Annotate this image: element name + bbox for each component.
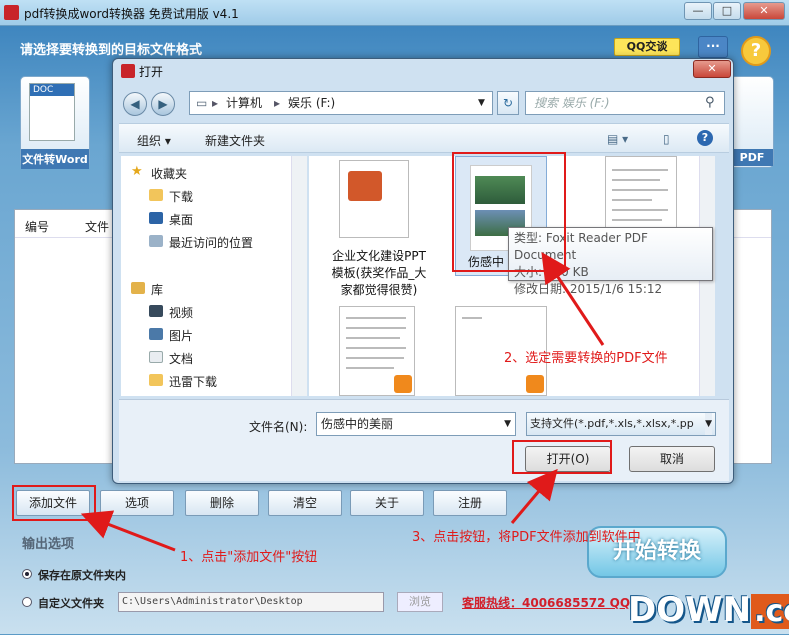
library-icon: [131, 282, 145, 294]
desktop-icon: [149, 212, 163, 224]
annotation-step1: 1、点击"添加文件"按钮: [180, 550, 318, 565]
highlight-add-file: [12, 485, 96, 521]
format-card-pdf[interactable]: PDF: [730, 76, 774, 168]
nav-item-recent[interactable]: 最近访问的位置: [169, 234, 253, 251]
breadcrumb-computer[interactable]: 计算机: [226, 92, 262, 114]
breadcrumb-drive[interactable]: 娱乐 (F:): [288, 92, 335, 114]
column-number[interactable]: 编号: [25, 218, 49, 235]
nav-item-documents[interactable]: 文档: [169, 350, 193, 367]
breadcrumb-separator[interactable]: ▸: [274, 92, 280, 114]
folder-icon: [149, 374, 163, 386]
annotation-step2: 2、选定需要转换的PDF文件: [504, 351, 668, 366]
nav-scrollbar[interactable]: [291, 156, 307, 396]
help-icon[interactable]: ?: [697, 130, 713, 146]
dialog-app-icon: [121, 64, 135, 78]
format-card-label: PDF: [731, 149, 773, 166]
dialog-bottom-bar: 文件名(N): 伤感中的美丽 ▼ 支持文件(*.pdf,*.xls,*.xlsx…: [119, 399, 729, 481]
chevron-down-icon[interactable]: ▼: [478, 92, 485, 114]
options-button[interactable]: 选项: [100, 490, 174, 516]
register-button[interactable]: 注册: [433, 490, 507, 516]
watermark-logo: DOWN.cc: [628, 587, 789, 634]
header-prompt: 请选择要转换到的目标文件格式: [20, 43, 203, 58]
chevron-down-icon: ▼: [705, 413, 712, 435]
filename-label: 文件名(N):: [249, 420, 308, 434]
forward-button[interactable]: ▶: [151, 92, 175, 116]
app-title-bar: pdf转换成word转换器 免费试用版 v4.1 — □ ✕: [0, 0, 789, 26]
organize-menu[interactable]: 组织 ▾: [137, 132, 171, 149]
highlight-open-button: [512, 440, 612, 474]
dialog-close-button[interactable]: ✕: [693, 60, 731, 78]
output-path-field[interactable]: C:\Users\Administrator\Desktop: [118, 592, 384, 612]
nav-item-desktop[interactable]: 桌面: [169, 211, 193, 228]
menu-button[interactable]: ···: [698, 36, 728, 58]
refresh-button[interactable]: ↻: [497, 91, 519, 115]
filename-input[interactable]: 伤感中的美丽 ▼: [316, 412, 516, 436]
browse-button[interactable]: 浏览: [397, 592, 443, 612]
breadcrumb-separator[interactable]: ▸: [212, 92, 218, 114]
search-icon[interactable]: ⚲: [705, 95, 715, 110]
open-file-dialog: 打开 ✕ ◀ ▶ ▭ ▸ 计算机 ▸ 娱乐 (F:) ▼ ↻ 搜索 娱乐 (F:…: [112, 58, 734, 484]
search-input[interactable]: 搜索 娱乐 (F:): [525, 91, 725, 115]
output-options-label: 输出选项: [22, 537, 75, 552]
help-icon[interactable]: ?: [741, 36, 771, 66]
recent-places-icon: [149, 235, 163, 247]
delete-button[interactable]: 删除: [185, 490, 259, 516]
highlight-selected-file: [452, 152, 566, 272]
new-folder-button[interactable]: 新建文件夹: [205, 132, 265, 149]
star-icon: ★: [131, 164, 143, 179]
keep-folder-label[interactable]: 保存在原文件夹内: [38, 567, 126, 583]
clear-button[interactable]: 清空: [268, 490, 342, 516]
minimize-button[interactable]: —: [684, 2, 712, 20]
address-bar[interactable]: ▭ ▸ 计算机 ▸ 娱乐 (F:) ▼: [189, 91, 493, 115]
maximize-button[interactable]: □: [713, 2, 741, 20]
nav-item-downloads[interactable]: 下载: [169, 188, 193, 205]
nav-item-library[interactable]: 库: [151, 281, 163, 298]
cancel-button[interactable]: 取消: [629, 446, 715, 472]
preview-pane-icon[interactable]: ▯: [663, 132, 670, 146]
chevron-down-icon: ▼: [504, 419, 511, 429]
column-file[interactable]: 文件: [85, 218, 109, 235]
pdf-badge-icon: [526, 375, 544, 393]
nav-item-video[interactable]: 视频: [169, 304, 193, 321]
hotline-link[interactable]: 客服热线：4006685572 QQ: [462, 594, 630, 611]
keep-folder-radio[interactable]: [22, 569, 32, 579]
dialog-toolbar: 组织 ▾ 新建文件夹 ▤ ▾ ▯ ?: [119, 123, 729, 153]
app-title: pdf转换成word转换器 免费试用版 v4.1: [24, 7, 239, 21]
file-thumb-ppt[interactable]: [339, 160, 409, 238]
dialog-title: 打开: [139, 65, 164, 79]
custom-folder-label[interactable]: 自定义文件夹: [38, 595, 104, 611]
annotation-step3: 3、点击按钮，将PDF文件添加到软件中: [412, 530, 641, 545]
documents-icon: [149, 351, 163, 363]
qq-chat-button[interactable]: QQ交谈: [614, 38, 680, 56]
view-icon[interactable]: ▤ ▾: [607, 132, 628, 146]
navigation-pane: ★ 收藏夹 下载 桌面 最近访问的位置 库 视频 图片 文档 迅雷下载: [121, 156, 307, 396]
about-button[interactable]: 关于: [350, 490, 424, 516]
pdf-badge-icon: [394, 375, 412, 393]
close-button[interactable]: ✕: [743, 2, 785, 20]
app-logo-icon: [4, 5, 19, 20]
nav-item-thunder-downloads[interactable]: 迅雷下载: [169, 373, 217, 390]
nav-item-favorites[interactable]: 收藏夹: [151, 165, 187, 182]
video-icon: [149, 305, 163, 317]
download-folder-icon: [149, 189, 163, 201]
custom-folder-radio[interactable]: [22, 597, 32, 607]
filetype-select[interactable]: 支持文件(*.pdf,*.xls,*.xlsx,*.pp ▼: [526, 412, 716, 436]
pictures-icon: [149, 328, 163, 340]
ppt-icon: [348, 171, 382, 201]
nav-item-pictures[interactable]: 图片: [169, 327, 193, 344]
file-thumb-pdf-1[interactable]: [339, 306, 415, 396]
file-name-ppt: 企业文化建设PPT 模板(获奖作品_大 家都觉得很赞): [331, 249, 427, 297]
format-card-label: 文件转Word: [21, 149, 89, 169]
back-button[interactable]: ◀: [123, 92, 147, 116]
computer-icon: ▭: [196, 96, 208, 110]
doc-file-icon: DOC: [29, 83, 75, 141]
format-card-word[interactable]: DOC 文件转Word: [20, 76, 90, 169]
